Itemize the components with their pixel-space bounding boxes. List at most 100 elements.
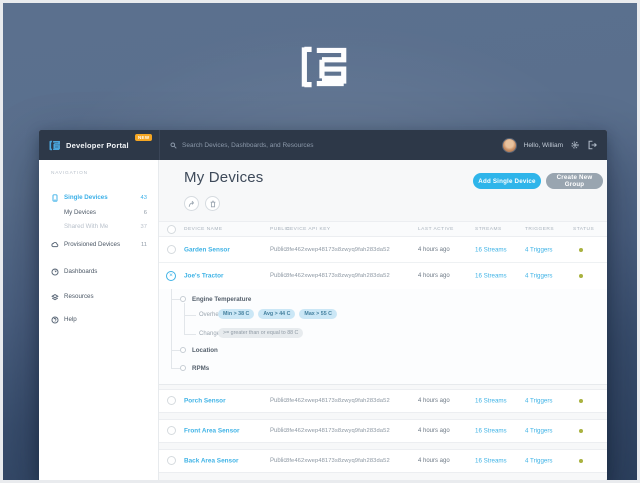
last-active: 4 hours ago	[418, 273, 450, 279]
public-label: Public	[270, 273, 286, 279]
sidebar-item-label: My Devices	[64, 209, 96, 216]
layers-icon	[51, 293, 59, 301]
trigger-conditions: >= greater than or equal to 88 C	[218, 328, 303, 338]
stream-bullet-icon	[180, 347, 186, 353]
device-name-link[interactable]: Garden Sensor	[184, 246, 230, 253]
row-checkbox[interactable]	[167, 456, 176, 465]
table-row: Garden Sensor Public 8fe462xwep48173s8zw…	[159, 237, 607, 263]
table-header: DEVICE NAME PUBLIC DEVICE API KEY LAST A…	[159, 221, 607, 237]
streams-link[interactable]: 16 Streams	[475, 428, 507, 435]
public-label: Public	[270, 428, 286, 434]
triggers-link[interactable]: 4 Triggers	[525, 428, 553, 435]
row-checkbox[interactable]	[167, 426, 176, 435]
api-key: 8fe462xwep48173s8zwyq9fah283da52	[286, 398, 390, 404]
sidebar-item-single-devices[interactable]: Single Devices 43	[39, 191, 159, 204]
device-name-link[interactable]: Porch Sensor	[184, 398, 226, 405]
sidebar-item-count: 6	[144, 210, 147, 216]
api-key: 8fe462xwep48173s8zwyq9fah283da52	[286, 247, 390, 253]
delete-button[interactable]	[205, 196, 220, 211]
gear-icon[interactable]	[570, 140, 580, 150]
user-greeting: Hello, William	[524, 142, 563, 149]
streams-link[interactable]: 16 Streams	[475, 273, 507, 280]
top-navbar: Developer Portal NEW Hello, William	[39, 130, 607, 160]
public-label: Public	[270, 458, 286, 464]
collapse-row-icon[interactable]: ×	[166, 271, 176, 281]
brand[interactable]: Developer Portal NEW	[39, 130, 159, 160]
streams-link[interactable]: 16 Streams	[475, 246, 507, 253]
sidebar-item-dashboards[interactable]: Dashboards	[39, 265, 159, 278]
triggers-link[interactable]: 4 Triggers	[525, 458, 553, 465]
triggers-link[interactable]: 4 Triggers	[525, 273, 553, 280]
tree-line	[171, 368, 180, 369]
device-name-link[interactable]: Joe's Tractor	[184, 273, 224, 280]
sidebar-item-resources[interactable]: Resources	[39, 290, 159, 303]
trigger-conditions: Min > 38 C Avg > 44 C Max > 55 C	[218, 309, 337, 319]
sidebar-item-label: Help	[64, 316, 77, 323]
status-dot	[579, 429, 583, 433]
public-label: Public	[270, 398, 286, 404]
tree-line	[184, 334, 196, 335]
col-last-active: LAST ACTIVE	[418, 227, 454, 232]
sidebar-item-label: Single Devices	[64, 194, 108, 201]
sidebar-item-label: Shared With Me	[64, 223, 108, 230]
tree-line	[184, 315, 196, 316]
select-all-checkbox[interactable]	[167, 225, 176, 234]
sidebar-item-label: Provisioned Devices	[64, 241, 120, 248]
table-row: Porch Sensor Public 8fe462xwep48173s8zwy…	[159, 389, 607, 413]
tree-line	[184, 303, 185, 334]
streams-link[interactable]: 16 Streams	[475, 458, 507, 465]
status-dot	[579, 459, 583, 463]
sidebar-item-provisioned-devices[interactable]: Provisioned Devices 11	[39, 238, 159, 251]
add-single-device-button[interactable]: Add Single Device	[473, 173, 541, 189]
last-active: 4 hours ago	[418, 428, 450, 434]
api-key: 8fe462xwep48173s8zwyq9fah283da52	[286, 273, 390, 279]
row-checkbox[interactable]	[167, 245, 176, 254]
sidebar-item-label: Dashboards	[64, 268, 97, 275]
sign-out-icon[interactable]	[587, 140, 597, 150]
condition-badge: Max > 55 C	[299, 309, 337, 319]
create-new-group-button[interactable]: Create New Group	[546, 173, 603, 189]
app-window: Developer Portal NEW Hello, William	[39, 130, 607, 481]
help-icon	[51, 316, 59, 324]
sidebar-item-count: 43	[141, 195, 147, 201]
tree-line	[171, 350, 180, 351]
status-dot	[579, 399, 583, 403]
device-name-link[interactable]: Front Area Sensor	[184, 428, 240, 435]
developer-portal-mini-logo	[48, 139, 61, 152]
brand-name: Developer Portal	[66, 141, 129, 150]
stream-name[interactable]: Engine Temperature	[192, 296, 251, 303]
table-row: Front Area Sensor Public 8fe462xwep48173…	[159, 419, 607, 443]
triggers-link[interactable]: 4 Triggers	[525, 246, 553, 253]
sidebar-item-help[interactable]: Help	[39, 313, 159, 326]
row-checkbox[interactable]	[167, 396, 176, 405]
sidebar-item-label: Resources	[64, 293, 94, 300]
sidebar-item-count: 37	[141, 224, 147, 230]
col-api-key: DEVICE API KEY	[286, 227, 331, 232]
search-input[interactable]	[182, 142, 402, 149]
last-active: 4 hours ago	[418, 458, 450, 464]
stream-name[interactable]: Location	[192, 347, 218, 354]
triggers-link[interactable]: 4 Triggers	[525, 398, 553, 405]
last-active: 4 hours ago	[418, 398, 450, 404]
marketing-canvas: Developer Portal NEW Hello, William	[0, 0, 640, 483]
dashboard-icon	[51, 268, 59, 276]
sidebar-item-my-devices[interactable]: My Devices 6	[39, 206, 159, 219]
streams-link[interactable]: 16 Streams	[475, 398, 507, 405]
main-content: My Devices Add Single Device Create New …	[159, 160, 607, 481]
cloud-icon	[51, 241, 59, 249]
stream-name[interactable]: RPMs	[192, 365, 209, 372]
tree-line	[171, 299, 180, 300]
global-search[interactable]	[159, 130, 502, 160]
avatar[interactable]	[502, 138, 517, 153]
col-streams: STREAMS	[475, 227, 502, 232]
sidebar-item-shared-with-me[interactable]: Shared With Me 37	[39, 220, 159, 233]
col-device-name: DEVICE NAME	[184, 227, 223, 232]
status-dot	[579, 248, 583, 252]
col-status: STATUS	[573, 227, 594, 232]
condition-badge: >= greater than or equal to 88 C	[218, 328, 303, 338]
device-name-link[interactable]: Back Area Sensor	[184, 458, 238, 465]
search-icon	[170, 142, 177, 149]
status-dot	[579, 274, 583, 278]
device-icon	[51, 194, 59, 202]
share-button[interactable]	[184, 196, 199, 211]
